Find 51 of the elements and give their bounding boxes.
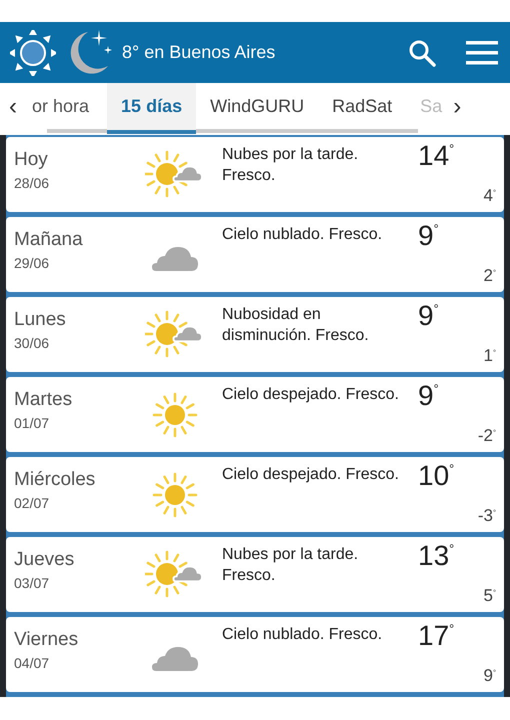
sun-icon bbox=[152, 392, 198, 438]
day-name: Miércoles bbox=[14, 469, 96, 491]
weather-description: Cielo despejado. Fresco. bbox=[221, 385, 400, 405]
day-card[interactable]: Mañana 29/06 Cielo nublado. Fresco. 9$^{°}$ 2$^{°}$ bbox=[6, 217, 504, 292]
day-name: Mañana bbox=[14, 229, 83, 251]
low-temperature: 5$^{°}$ bbox=[483, 586, 496, 606]
day-name: Viernes bbox=[14, 629, 78, 651]
high-temperature: 9$^{°}$ bbox=[418, 300, 439, 332]
weather-description: Cielo nublado. Fresco. bbox=[221, 225, 384, 245]
weather-description: Cielo nublado. Fresco. bbox=[221, 625, 384, 645]
menu-icon[interactable] bbox=[466, 40, 498, 64]
day-name: Lunes bbox=[14, 309, 66, 331]
low-temperature: 4$^{°}$ bbox=[483, 186, 496, 206]
low-temperature: -2$^{°}$ bbox=[478, 426, 496, 446]
high-temperature: 17$^{°}$ bbox=[418, 620, 454, 652]
weather-description: Cielo despejado. Fresco. bbox=[221, 465, 400, 485]
weather-description: Nubes por la tarde. Fresco. bbox=[221, 545, 360, 586]
date: 29/06 bbox=[14, 255, 50, 271]
tab[interactable]: WindGURU bbox=[196, 83, 318, 130]
day-card[interactable]: Martes 01/07 Cielo despejado. Fresco. 9$^{°}$ -2$^{°}$ bbox=[6, 377, 504, 452]
date: 30/06 bbox=[14, 335, 50, 351]
high-temperature: 14$^{°}$ bbox=[418, 140, 454, 172]
low-temperature: -3$^{°}$ bbox=[478, 506, 496, 526]
day-card[interactable]: Lunes 30/06 Nubosidad en disminución. Fresco. 9$^{°}$ 1$^{°}$ bbox=[6, 297, 504, 372]
high-temperature: 13$^{°}$ bbox=[418, 540, 454, 572]
search-icon[interactable] bbox=[408, 38, 436, 66]
date: 02/07 bbox=[14, 495, 50, 511]
location-temperature: 8° en Buenos Aires bbox=[122, 42, 276, 63]
day-card[interactable]: Hoy 28/06 Nubes por la tarde. Fresco. 14$^{°}$ 4$^{°}$ bbox=[6, 137, 504, 212]
date: 01/07 bbox=[14, 415, 50, 431]
low-temperature: 1$^{°}$ bbox=[483, 346, 496, 366]
high-temperature: 9$^{°}$ bbox=[418, 220, 439, 252]
high-temperature: 9$^{°}$ bbox=[418, 380, 439, 412]
day-card[interactable]: Jueves 03/07 Nubes por la tarde. Fresco. 13$^{°}$ 5$^{°}$ bbox=[6, 537, 504, 612]
high-temperature: 10$^{°}$ bbox=[418, 460, 454, 492]
tab[interactable]: RadSat bbox=[318, 83, 406, 130]
low-temperature: 9$^{°}$ bbox=[483, 666, 496, 686]
date: 03/07 bbox=[14, 575, 50, 591]
date: 28/06 bbox=[14, 175, 50, 191]
day-card[interactable]: Viernes 04/07 Cielo nublado. Fresco. 17$^{°}$ 9$^{°}$ bbox=[6, 617, 504, 692]
day-name: Hoy bbox=[14, 149, 48, 171]
weather-description: Nubosidad en disminución. Fresco. bbox=[221, 305, 370, 346]
day-name: Jueves bbox=[14, 549, 74, 571]
day-name: Martes bbox=[14, 389, 72, 411]
day-card[interactable]: Miércoles 02/07 Cielo despejado. Fresco. 10$^{°}$ -3$^{°}$ bbox=[6, 457, 504, 532]
weather-description: Nubes por la tarde. Fresco. bbox=[221, 145, 360, 186]
tab[interactable]: or hora bbox=[26, 83, 108, 130]
sun-icon bbox=[152, 472, 198, 518]
low-temperature: 2$^{°}$ bbox=[483, 266, 496, 286]
sun-icon bbox=[10, 30, 56, 76]
date: 04/07 bbox=[14, 655, 50, 671]
